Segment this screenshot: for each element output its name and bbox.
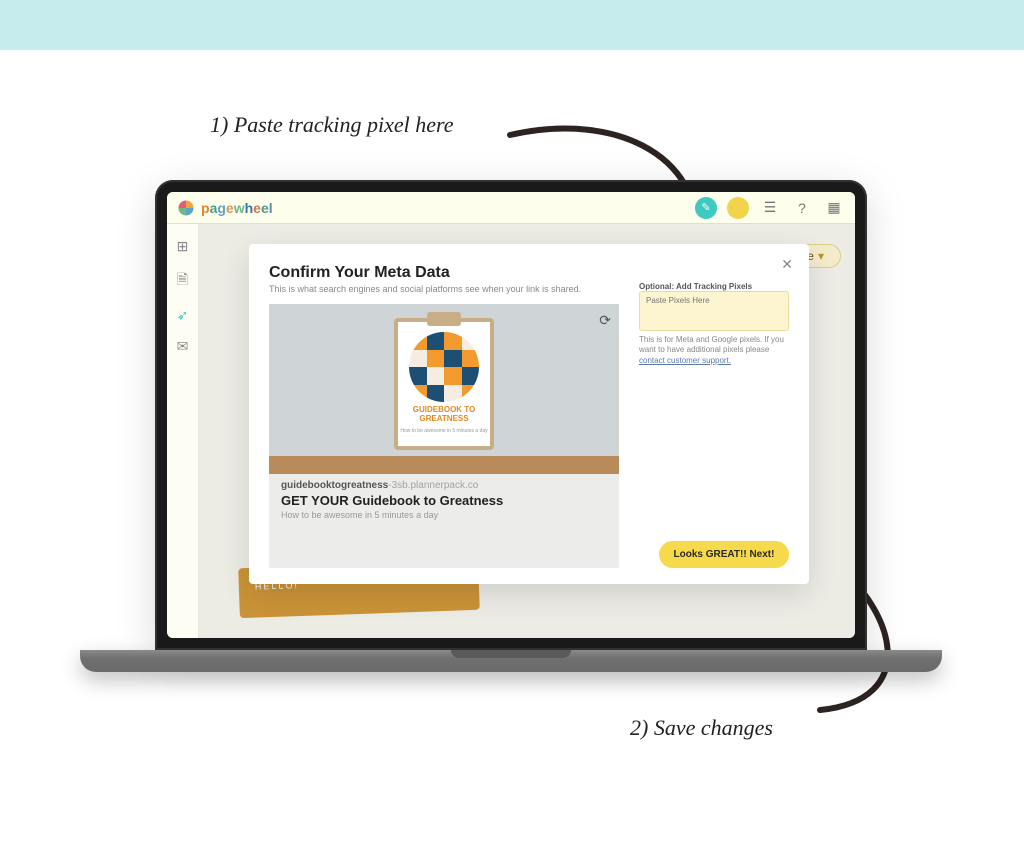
sidebar-dashboard-icon[interactable]: ⊞ bbox=[177, 238, 189, 255]
laptop-base bbox=[80, 650, 942, 672]
preview-image: ⟳ GUIDEBOOK TO GREATNESS How bbox=[269, 304, 619, 474]
close-icon[interactable]: ✕ bbox=[781, 256, 793, 273]
apps-grid-icon[interactable]: ▦ bbox=[823, 197, 845, 219]
preview-url: guidebooktogreatness-3sb.plannerpack.co bbox=[281, 480, 607, 491]
modal-title: Confirm Your Meta Data bbox=[269, 264, 619, 282]
modal-left-column: Confirm Your Meta Data This is what sear… bbox=[269, 264, 619, 568]
preview-description: How to be awesome in 5 minutes a day bbox=[281, 510, 607, 520]
looks-great-next-button[interactable]: Looks GREAT!! Next! bbox=[659, 541, 789, 568]
clipboard-graphic: GUIDEBOOK TO GREATNESS How to be awesome… bbox=[394, 318, 494, 450]
clipboard-title: GUIDEBOOK TO GREATNESS bbox=[398, 406, 490, 424]
pinwheel-logo-icon bbox=[177, 199, 195, 217]
main-stage: Free ▾ HELLO! Confirm Your Meta Data Thi… bbox=[199, 224, 855, 638]
sidebar-mail-icon[interactable]: ✉ bbox=[177, 338, 189, 355]
meta-preview-card: ⟳ GUIDEBOOK TO GREATNESS How bbox=[269, 304, 619, 568]
laptop-screen: pagewheel ✎ ☰ ? ▦ ⊞ 🗎 ➶ ✉ Free ▾ HEL bbox=[167, 192, 855, 638]
tracking-pixels-input[interactable] bbox=[639, 291, 789, 331]
modal-right-column: ✕ Optional: Add Tracking Pixels This is … bbox=[639, 264, 789, 568]
appbar-action-1-icon[interactable]: ✎ bbox=[695, 197, 717, 219]
refresh-icon[interactable]: ⟳ bbox=[599, 312, 611, 329]
clipboard-subtitle: How to be awesome in 5 minutes a day bbox=[398, 428, 490, 434]
preview-url-slug: guidebooktogreatness bbox=[281, 480, 388, 491]
annotation-step-2: 2) Save changes bbox=[630, 715, 773, 741]
left-sidebar: ⊞ 🗎 ➶ ✉ bbox=[167, 224, 199, 638]
brand-wordmark: pagewheel bbox=[201, 200, 273, 216]
sidebar-rocket-icon[interactable]: ➶ bbox=[177, 307, 189, 324]
preview-url-domain: -3sb.plannerpack.co bbox=[388, 480, 478, 491]
laptop-frame: pagewheel ✎ ☰ ? ▦ ⊞ 🗎 ➶ ✉ Free ▾ HEL bbox=[155, 180, 867, 650]
pixels-note-text: This is for Meta and Google pixels. If y… bbox=[639, 335, 784, 354]
tracking-pixels-label: Optional: Add Tracking Pixels bbox=[639, 282, 789, 291]
annotation-step-1: 1) Paste tracking pixel here bbox=[210, 112, 454, 138]
page-top-banner bbox=[0, 0, 1024, 50]
app-top-bar: pagewheel ✎ ☰ ? ▦ bbox=[167, 192, 855, 224]
tracking-pixels-note: This is for Meta and Google pixels. If y… bbox=[639, 335, 789, 366]
appbar-action-2-icon[interactable] bbox=[727, 197, 749, 219]
help-icon[interactable]: ? bbox=[791, 197, 813, 219]
contact-support-link[interactable]: contact customer support. bbox=[639, 356, 731, 365]
preview-title: GET YOUR Guidebook to Greatness bbox=[281, 493, 607, 508]
confirm-metadata-modal: Confirm Your Meta Data This is what sear… bbox=[249, 244, 809, 584]
sidebar-file-icon[interactable]: 🗎 bbox=[177, 269, 188, 293]
modal-subtitle: This is what search engines and social p… bbox=[269, 284, 619, 294]
list-icon[interactable]: ☰ bbox=[759, 197, 781, 219]
